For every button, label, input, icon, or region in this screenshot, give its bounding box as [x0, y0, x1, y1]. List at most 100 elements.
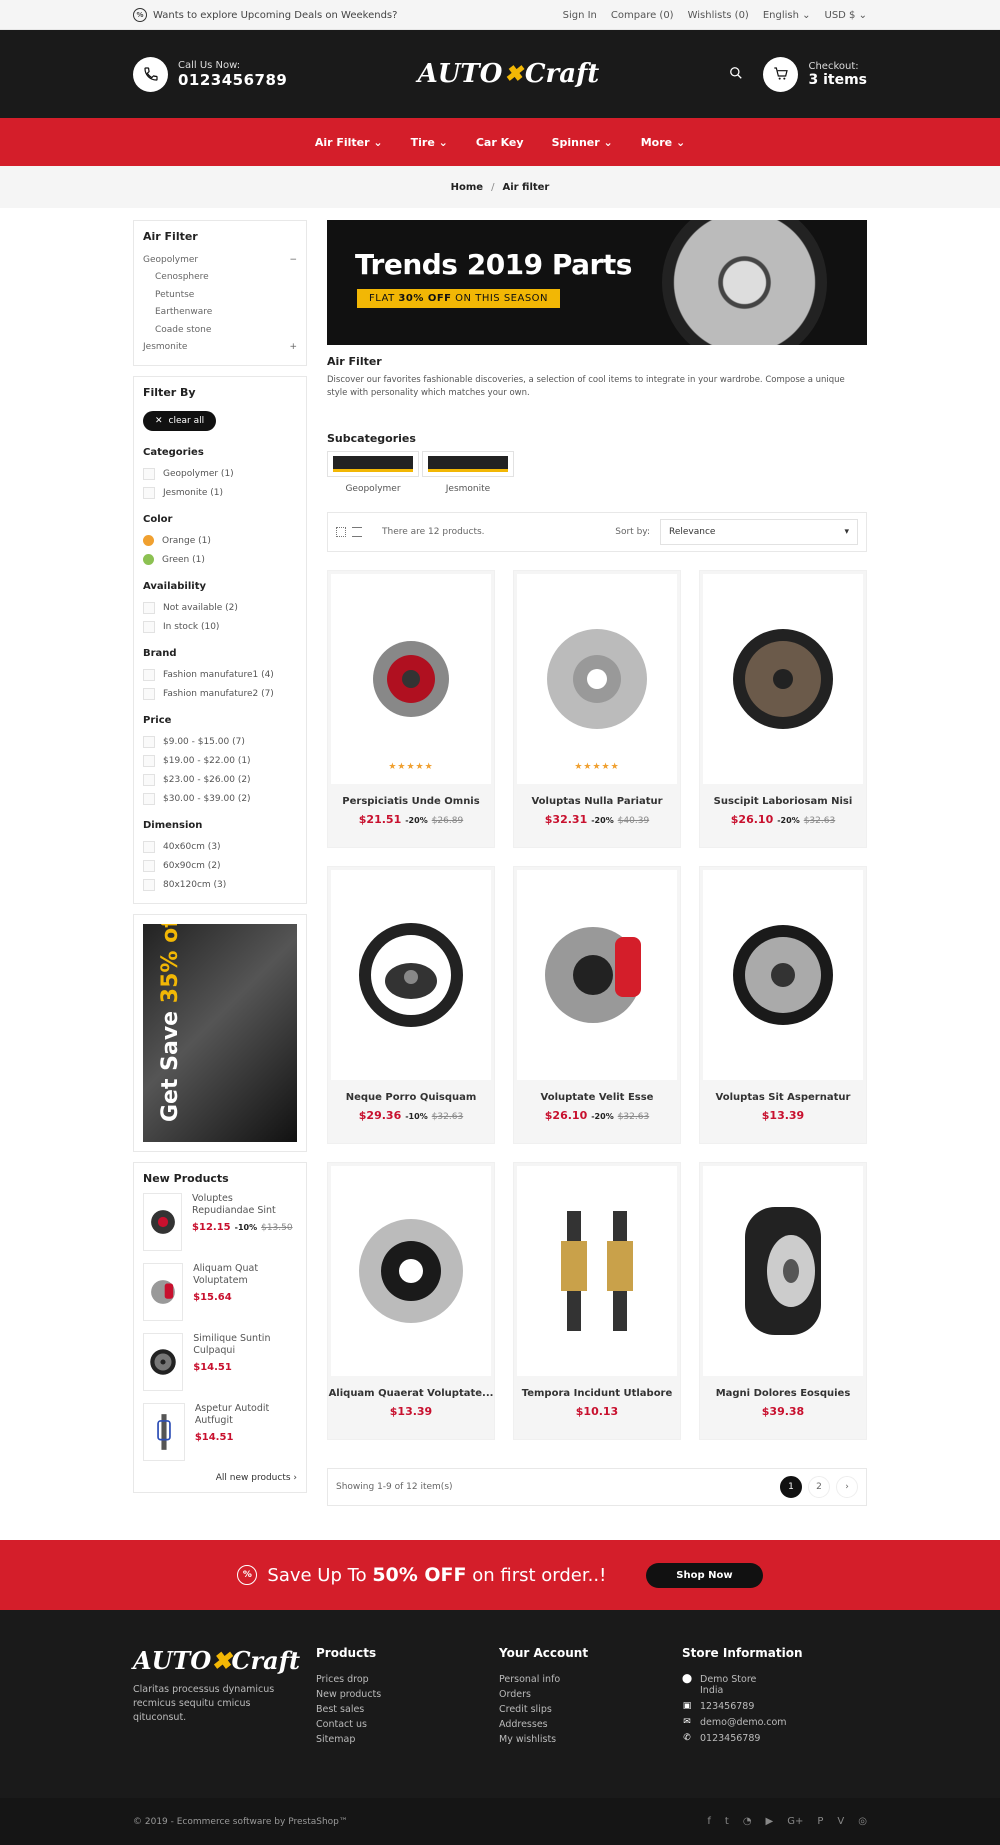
footer-link[interactable]: Orders — [499, 1689, 682, 1704]
product-name[interactable]: Perspiciatis Unde Omnis — [328, 796, 494, 807]
category-child[interactable]: Petuntse — [143, 286, 297, 304]
filter-option[interactable]: 80x120cm (3) — [143, 875, 297, 894]
checkbox[interactable] — [143, 840, 155, 853]
brake-caliper-icon[interactable] — [143, 1263, 184, 1321]
footer-link[interactable]: Sitemap — [316, 1734, 499, 1749]
footer-link[interactable]: Prices drop — [316, 1674, 499, 1689]
product-image[interactable]: ★★★★★ — [331, 574, 491, 784]
category-child[interactable]: Cenosphere — [143, 269, 297, 287]
new-product-item[interactable]: Aliquam Quat Voluptatem $15.64 — [143, 1263, 297, 1321]
filter-option[interactable]: In stock (10) — [143, 617, 297, 636]
all-new-products-link[interactable]: All new products › — [143, 1473, 297, 1483]
category-jesmonite[interactable]: Jesmonite + — [143, 339, 297, 357]
product-image[interactable]: ★★★★★ — [517, 574, 677, 784]
checkbox[interactable] — [143, 773, 155, 786]
product-image[interactable] — [331, 1166, 491, 1376]
product-image[interactable] — [517, 1166, 677, 1376]
footer-link[interactable]: My wishlists — [499, 1734, 682, 1749]
page-2[interactable]: 2 — [808, 1476, 830, 1498]
footer-link[interactable]: Best sales — [316, 1704, 499, 1719]
color-swatch[interactable] — [143, 535, 154, 546]
search-icon[interactable] — [729, 66, 743, 83]
footer-link[interactable]: Personal info — [499, 1674, 682, 1689]
filter-option-green[interactable]: Green (1) — [143, 550, 297, 569]
product-card[interactable]: ★★★★★ Perspiciatis Unde Omnis $21.51 -20%… — [327, 570, 495, 848]
new-product-item[interactable]: Aspetur Autodit Autfugit $14.51 — [143, 1403, 297, 1461]
subcategory-geopolymer[interactable]: Geopolymer — [327, 451, 419, 494]
product-card[interactable]: Voluptate Velit Esse $26.10 -20% $32.63 — [513, 866, 681, 1144]
checkbox[interactable] — [143, 687, 155, 700]
footer-link[interactable]: Addresses — [499, 1719, 682, 1734]
product-image[interactable] — [703, 1166, 863, 1376]
facebook-icon[interactable]: f — [707, 1816, 711, 1827]
category-child[interactable]: Coade stone — [143, 321, 297, 339]
new-product-name[interactable]: Aliquam Quat Voluptatem — [193, 1263, 297, 1287]
product-card[interactable]: ★★★★★ Voluptas Nulla Pariatur $32.31 -20%… — [513, 570, 681, 848]
store-email[interactable]: demo@demo.com — [700, 1717, 787, 1728]
filter-option[interactable]: $19.00 - $22.00 (1) — [143, 751, 297, 770]
rss-icon[interactable]: ◔ — [743, 1816, 752, 1827]
category-geopolymer[interactable]: Geopolymer − — [143, 251, 297, 269]
twitter-icon[interactable]: t — [725, 1816, 729, 1827]
subcategory-jesmonite[interactable]: Jesmonite — [422, 451, 514, 494]
product-name[interactable]: Magni Dolores Eosquies — [700, 1388, 866, 1399]
product-name[interactable]: Voluptate Velit Esse — [514, 1092, 680, 1103]
site-logo[interactable]: AUTO ✖ Craft — [418, 59, 600, 89]
sign-in-link[interactable]: Sign In — [563, 10, 597, 21]
checkbox[interactable] — [143, 735, 155, 748]
filter-option[interactable]: Jesmonite (1) — [143, 483, 297, 502]
product-name[interactable]: Suscipit Laboriosam Nisi — [700, 796, 866, 807]
new-product-name[interactable]: Voluptes Repudiandae Sint — [192, 1193, 297, 1217]
wishlists-link[interactable]: Wishlists (0) — [688, 10, 749, 21]
call-number[interactable]: 0123456789 — [178, 71, 287, 89]
checkbox[interactable] — [143, 859, 155, 872]
vimeo-icon[interactable]: V — [837, 1816, 844, 1827]
grid-view-icon[interactable] — [336, 527, 346, 537]
footer-logo[interactable]: AUTO✖Craft — [133, 1646, 316, 1675]
list-view-icon[interactable] — [352, 527, 362, 537]
side-promo-banner[interactable]: Get Save 35% off — [143, 924, 297, 1142]
alloy-wheel-icon[interactable] — [143, 1333, 184, 1391]
category-child[interactable]: Earthenware — [143, 304, 297, 322]
checkbox[interactable] — [143, 486, 155, 499]
product-image[interactable] — [703, 574, 863, 784]
google-plus-icon[interactable]: G+ — [787, 1816, 803, 1827]
filter-option[interactable]: $23.00 - $26.00 (2) — [143, 770, 297, 789]
filter-option[interactable]: Fashion manufature2 (7) — [143, 684, 297, 703]
product-image[interactable] — [517, 870, 677, 1080]
product-name[interactable]: Voluptas Sit Aspernatur — [700, 1092, 866, 1103]
product-name[interactable]: Tempora Incidunt Utlabore — [514, 1388, 680, 1399]
category-banner[interactable]: Trends 2019 Parts FLAT 30% OFF ON THIS S… — [327, 220, 867, 345]
cart-button[interactable]: Checkout: 3 items — [763, 56, 867, 92]
filter-option[interactable]: 40x60cm (3) — [143, 837, 297, 856]
filter-option[interactable]: Geopolymer (1) — [143, 464, 297, 483]
new-product-name[interactable]: Aspetur Autodit Autfugit — [195, 1403, 297, 1427]
youtube-icon[interactable]: ▶ — [766, 1816, 774, 1827]
footer-link[interactable]: Contact us — [316, 1719, 499, 1734]
product-card[interactable]: Aliquam Quaerat Voluptate... $13.39 — [327, 1162, 495, 1440]
checkbox[interactable] — [143, 620, 155, 633]
sort-select[interactable]: Relevance ▾ — [660, 519, 858, 545]
checkbox[interactable] — [143, 792, 155, 805]
shock-absorber-icon[interactable] — [143, 1403, 185, 1461]
filter-option-orange[interactable]: Orange (1) — [143, 531, 297, 550]
language-select[interactable]: English ⌄ — [763, 10, 811, 21]
filter-option[interactable]: Not available (2) — [143, 598, 297, 617]
nav-car-key[interactable]: Car Key — [476, 136, 524, 149]
product-card[interactable]: Tempora Incidunt Utlabore $10.13 — [513, 1162, 681, 1440]
product-card[interactable]: Voluptas Sit Aspernatur $13.39 — [699, 866, 867, 1144]
checkbox[interactable] — [143, 878, 155, 891]
product-image[interactable] — [331, 870, 491, 1080]
currency-select[interactable]: USD $ ⌄ — [825, 10, 867, 21]
shop-now-button[interactable]: Shop Now — [646, 1562, 763, 1588]
product-name[interactable]: Voluptas Nulla Pariatur — [514, 796, 680, 807]
nav-more[interactable]: More ⌄ — [641, 136, 685, 149]
page-1[interactable]: 1 — [780, 1476, 802, 1498]
color-swatch[interactable] — [143, 554, 154, 565]
checkbox[interactable] — [143, 467, 155, 480]
nav-spinner[interactable]: Spinner ⌄ — [552, 136, 613, 149]
product-name[interactable]: Aliquam Quaerat Voluptate... — [328, 1388, 494, 1399]
clear-all-button[interactable]: ✕ clear all — [143, 411, 217, 431]
checkbox[interactable] — [143, 668, 155, 681]
filter-option[interactable]: $30.00 - $39.00 (2) — [143, 789, 297, 808]
